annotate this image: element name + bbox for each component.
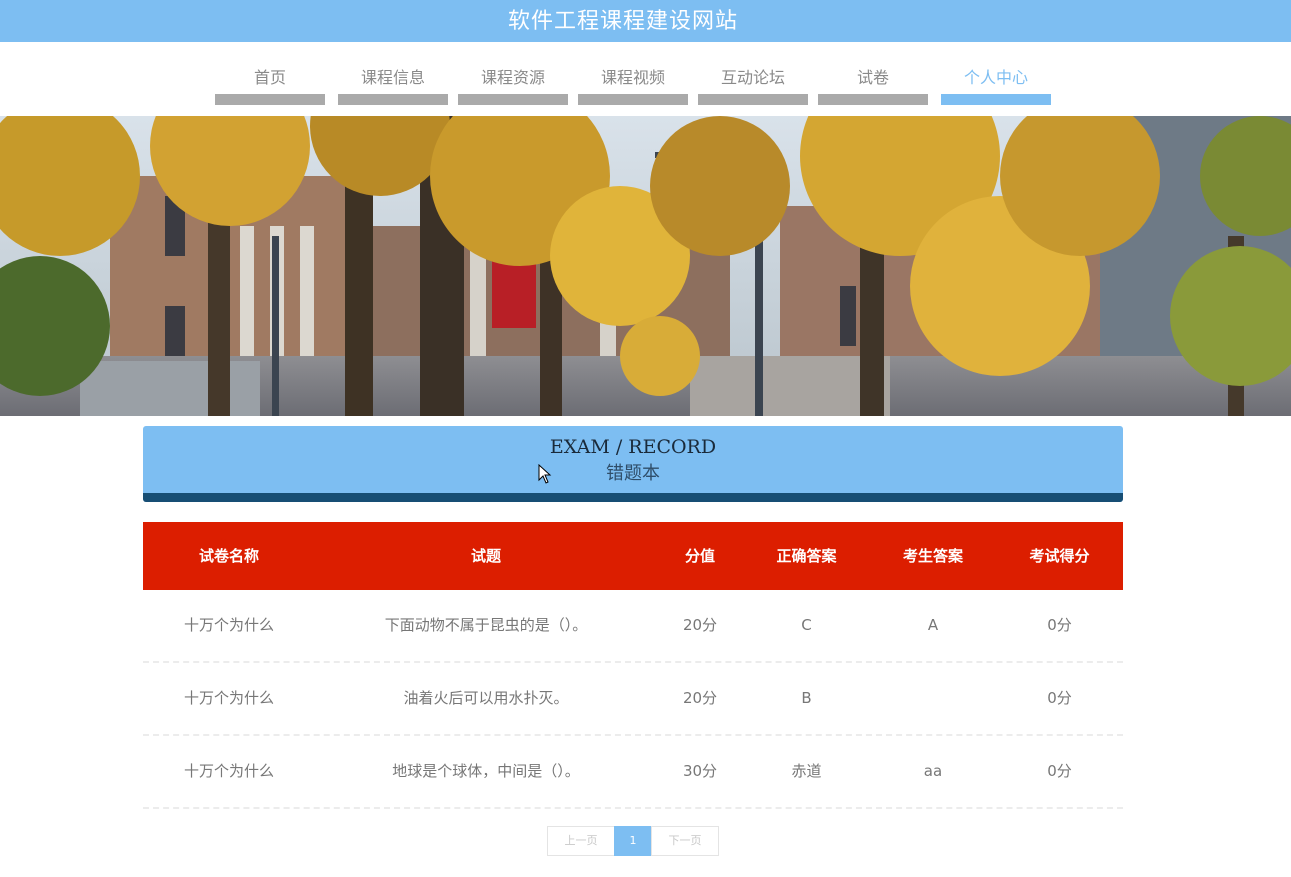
cell-correct-answer: C <box>801 616 812 634</box>
cell-score: 0分 <box>1047 762 1072 780</box>
campus-banner-image <box>0 116 1291 416</box>
page-1-button[interactable]: 1 <box>614 826 652 856</box>
nav-underline <box>458 94 568 105</box>
nav-underline <box>215 94 325 105</box>
nav-label: 个人中心 <box>963 68 1028 87</box>
nav-item-course-videos[interactable]: 课程视频 <box>578 58 688 106</box>
cell-points: 20分 <box>682 689 718 707</box>
cell-question: 地球是个球体，中间是（）。 <box>392 762 580 780</box>
nav-label: 互动论坛 <box>720 68 785 87</box>
nav-label: 课程视频 <box>600 68 665 87</box>
table-row: 十万个为什么 油着火后可以用水扑灭。 20分 B 0分 <box>143 663 1123 736</box>
cell-student-answer: aa <box>923 762 943 780</box>
top-header: 软件工程课程建设网站 <box>0 0 1291 42</box>
nav-item-forum[interactable]: 互动论坛 <box>698 58 808 106</box>
nav-underline <box>338 94 448 105</box>
cell-points: 20分 <box>682 616 718 634</box>
wrong-answers-table: 试卷名称 试题 分值 正确答案 考生答案 考试得分 十万个为什么 下面动物不属于… <box>143 522 1123 809</box>
cell-correct-answer: 赤道 <box>791 762 822 780</box>
nav-underline <box>578 94 688 105</box>
cell-student-answer <box>870 663 996 734</box>
cell-score: 0分 <box>1047 616 1072 634</box>
nav-label: 课程信息 <box>360 68 425 87</box>
nav-label: 课程资源 <box>480 68 545 87</box>
nav-underline <box>698 94 808 105</box>
nav-item-exams[interactable]: 试卷 <box>818 58 928 106</box>
column-header: 分值 <box>684 547 715 565</box>
cell-correct-answer: B <box>801 689 812 707</box>
nav-item-course-resources[interactable]: 课程资源 <box>458 58 568 106</box>
nav-label: 首页 <box>253 68 286 87</box>
section-header-strip <box>143 493 1123 502</box>
cell-question: 下面动物不属于昆虫的是（）。 <box>384 616 588 634</box>
section-title-cn: 错题本 <box>606 463 660 484</box>
cell-student-answer: A <box>927 616 939 634</box>
column-header: 考试得分 <box>1029 547 1090 565</box>
site-title: 软件工程课程建设网站 <box>507 9 738 34</box>
next-page-button[interactable]: 下一页 <box>651 826 719 856</box>
mouse-cursor-icon <box>538 463 552 488</box>
table-header: 试卷名称 试题 分值 正确答案 考生答案 考试得分 <box>143 522 1123 590</box>
section-title-en: EXAM / RECORD <box>549 436 717 458</box>
nav-item-home[interactable]: 首页 <box>215 58 325 106</box>
table-row: 十万个为什么 下面动物不属于昆虫的是（）。 20分 C A 0分 <box>143 590 1123 663</box>
cell-score: 0分 <box>1047 689 1072 707</box>
cell-exam-name: 十万个为什么 <box>183 689 274 707</box>
nav-underline <box>941 94 1051 105</box>
main-nav: 首页 课程信息 课程资源 课程视频 互动论坛 试卷 个人中心 <box>0 58 1291 108</box>
nav-item-personal-center[interactable]: 个人中心 <box>941 58 1051 106</box>
nav-label: 试卷 <box>856 68 889 87</box>
cell-exam-name: 十万个为什么 <box>183 616 274 634</box>
prev-page-button[interactable]: 上一页 <box>547 826 615 856</box>
cell-points: 30分 <box>682 762 718 780</box>
column-header: 考生答案 <box>902 547 963 565</box>
nav-underline <box>818 94 928 105</box>
column-header: 正确答案 <box>776 547 837 565</box>
cell-exam-name: 十万个为什么 <box>183 762 274 780</box>
cell-question: 油着火后可以用水扑灭。 <box>403 689 569 707</box>
table-row: 十万个为什么 地球是个球体，中间是（）。 30分 赤道 aa 0分 <box>143 736 1123 809</box>
section-header: EXAM / RECORD 错题本 <box>143 426 1123 502</box>
column-header: 试卷名称 <box>198 547 259 565</box>
nav-item-course-info[interactable]: 课程信息 <box>338 58 448 106</box>
column-header: 试题 <box>470 547 501 565</box>
